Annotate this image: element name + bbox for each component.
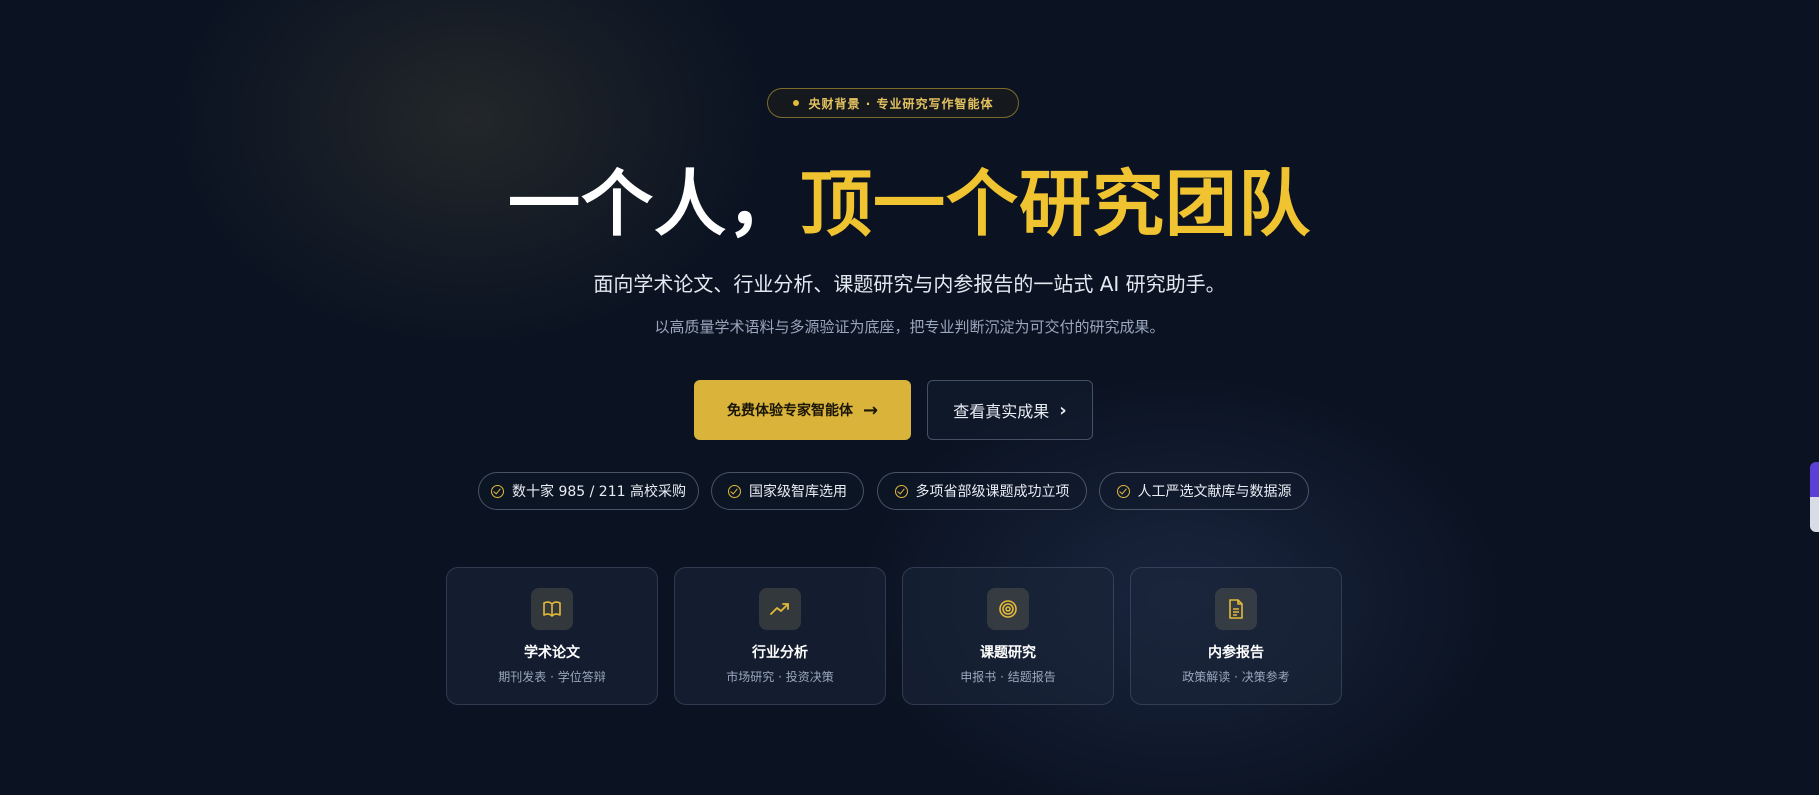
side-widget-bottom[interactable] [1810,497,1819,532]
highlight-label: 国家级智库选用 [749,484,847,500]
top-badge: 央财背景 · 专业研究写作智能体 [767,88,1019,118]
floating-side-widget[interactable] [1810,462,1819,532]
check-circle-icon [1116,484,1130,498]
card-desc: 申报书 · 结题报告 [960,670,1056,684]
card-desc: 期刊发表 · 学位答辩 [498,670,606,684]
badge-text: 央财背景 · 专业研究写作智能体 [808,96,994,111]
highlight-label: 数十家 985 / 211 高校采购 [512,484,686,500]
view-results-button[interactable]: 查看真实成果 › [927,380,1093,440]
highlight-label: 多项省部级课题成功立项 [915,484,1070,500]
highlight-pill: 数十家 985 / 211 高校采购 [478,472,699,510]
hero-title-part1: 一个人， [507,161,800,246]
hero-title-part2: 顶一个研究团队 [800,162,1312,246]
subtitle: 面向学术论文、行业分析、课题研究与内参报告的一站式 AI 研究助手。 [593,272,1226,296]
highlight-pill: 国家级智库选用 [711,472,864,510]
highlight-pills: 数十家 985 / 211 高校采购 国家级智库选用 多项省部级课题成功立项 人… [0,472,1819,510]
free-trial-button[interactable]: 免费体验专家智能体 → [694,380,911,440]
card-industry-analysis[interactable]: 行业分析 市场研究 · 投资决策 [674,567,886,705]
check-circle-icon [728,484,741,498]
check-circle-icon [491,484,505,498]
trending-up-icon [759,588,801,630]
book-icon [531,588,573,630]
free-trial-label: 免费体验专家智能体 [726,403,853,419]
hero-section: 央财背景 · 专业研究写作智能体 一个人，顶一个研究团队 面向学术论文、行业分析… [0,0,1819,795]
document-icon [1215,588,1257,630]
view-results-label: 查看真实成果 [953,402,1050,421]
card-desc: 市场研究 · 投资决策 [726,670,834,684]
card-desc: 政策解读 · 决策参考 [1182,670,1290,684]
badge-dot-icon [792,100,799,106]
highlight-pill: 人工严选文献库与数据源 [1099,472,1309,510]
card-topic-research[interactable]: 课题研究 申报书 · 结题报告 [902,567,1114,705]
tagline: 以高质量学术语料与多源验证为底座，把专业判断沉淀为可交付的研究成果。 [654,318,1165,336]
highlight-pill: 多项省部级课题成功立项 [877,472,1087,510]
card-title: 学术论文 [524,645,580,661]
card-title: 内参报告 [1208,645,1264,661]
chevron-right-icon: › [1059,399,1067,421]
card-title: 行业分析 [752,645,808,661]
card-internal-report[interactable]: 内参报告 政策解读 · 决策参考 [1130,567,1342,705]
card-academic-paper[interactable]: 学术论文 期刊发表 · 学位答辩 [446,567,658,705]
arrow-right-icon: → [862,399,879,421]
side-widget-top[interactable] [1810,462,1819,497]
check-circle-icon [894,484,908,498]
target-icon [987,588,1029,630]
highlight-label: 人工严选文献库与数据源 [1137,484,1292,500]
card-title: 课题研究 [980,645,1036,661]
hero-title: 一个人，顶一个研究团队 [0,158,1819,250]
